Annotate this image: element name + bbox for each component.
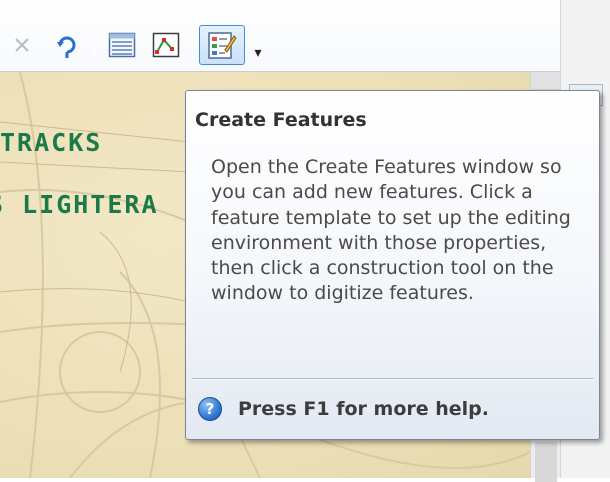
tooltip-divider	[192, 378, 593, 380]
attributes-button[interactable]	[104, 27, 140, 63]
tooltip-help-row: ? Press F1 for more help.	[198, 397, 489, 421]
scroll-up-arrow[interactable]	[531, 72, 561, 90]
toolbar-separator	[192, 32, 193, 60]
toolbar-overflow-dropdown[interactable]: ▾	[250, 38, 266, 68]
delete-vertex-icon	[15, 38, 29, 52]
sketch-properties-button[interactable]	[148, 27, 184, 63]
editor-toolbar: ▾	[0, 0, 610, 72]
map-label: TRACKS	[0, 128, 103, 157]
sketch-properties-icon	[152, 32, 180, 58]
create-features-icon	[208, 32, 237, 59]
create-features-tooltip: Create Features Open the Create Features…	[185, 90, 600, 440]
chevron-down-icon: ▾	[254, 45, 262, 61]
tooltip-description: Open the Create Features window so you c…	[211, 156, 571, 305]
scroll-thumb[interactable]	[535, 442, 557, 482]
tooltip-help-text: Press F1 for more help.	[238, 398, 489, 420]
attributes-table-icon	[108, 32, 136, 58]
toolbar-separator	[94, 32, 95, 60]
rotate-button[interactable]	[50, 27, 84, 63]
help-icon: ?	[198, 397, 222, 421]
rotate-icon	[57, 36, 76, 58]
create-features-button[interactable]	[199, 25, 245, 65]
map-label: S LIGHTERA	[0, 190, 159, 219]
tooltip-title: Create Features	[195, 109, 367, 131]
delete-vertex-button[interactable]	[6, 27, 38, 63]
